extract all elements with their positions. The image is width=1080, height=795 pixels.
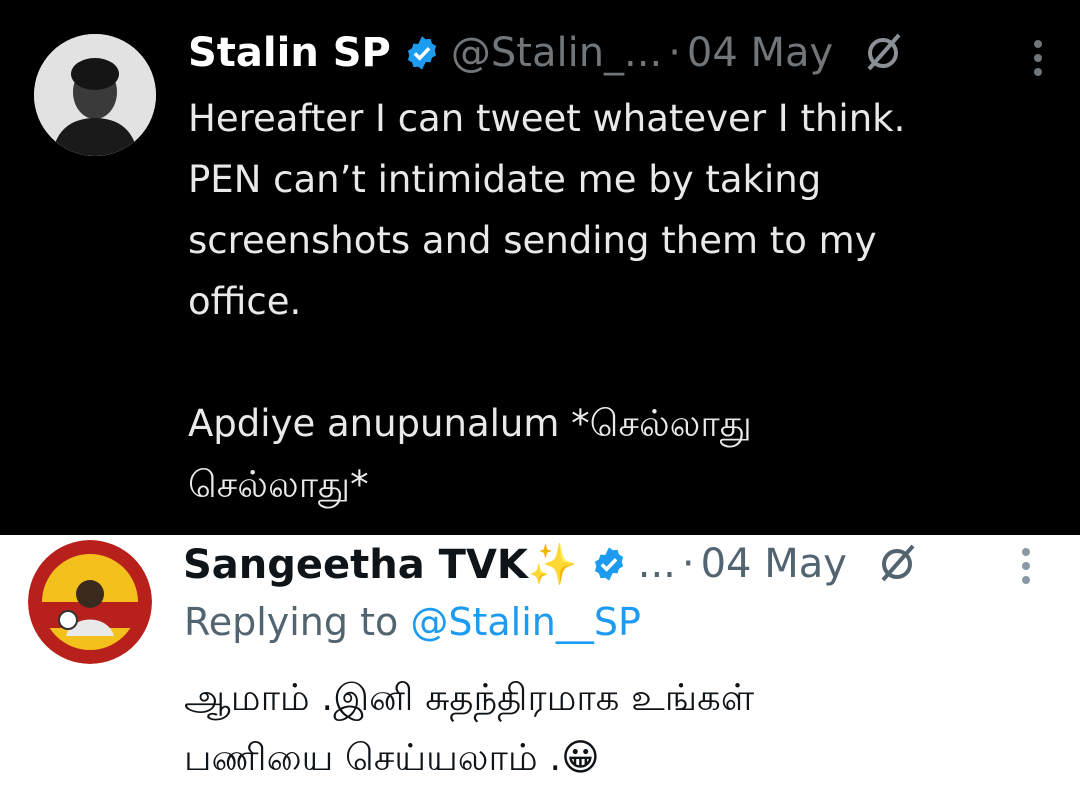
display-name[interactable]: Sangeetha TVK✨ [183, 541, 578, 588]
user-handle[interactable]: @Stalin_... [451, 30, 662, 76]
verified-badge-icon [590, 545, 628, 583]
separator-dot: · [681, 541, 695, 587]
tweet-header: Stalin SP @Stalin_... · 04 May [188, 28, 907, 78]
tweet-header: Sangeetha TVK✨ ... · 04 May [183, 540, 921, 588]
reply-prefix: Replying to [184, 600, 399, 644]
avatar[interactable] [28, 540, 152, 664]
tweet-stalin[interactable]: Stalin SP @Stalin_... · 04 May Hereafter… [0, 0, 1080, 535]
tweet-text: Hereafter I can tweet whatever I think. … [188, 97, 906, 506]
user-handle[interactable]: ... [638, 541, 676, 587]
verified-badge-icon [403, 34, 441, 72]
more-options-icon[interactable] [1034, 40, 1044, 82]
grok-icon[interactable] [859, 29, 907, 77]
tweet-text: ஆமாம் .இனி சுதந்திரமாக உங்கள் பணியை செய்… [184, 676, 755, 779]
display-name[interactable]: Stalin SP [188, 30, 391, 76]
avatar[interactable] [34, 34, 156, 156]
reply-handle-link[interactable]: @Stalin__SP [410, 600, 641, 644]
more-options-icon[interactable] [1022, 548, 1032, 590]
reply-context: Replying to @Stalin__SP [184, 600, 641, 644]
tweet-date[interactable]: 04 May [701, 541, 847, 587]
tweet-date[interactable]: 04 May [687, 30, 833, 76]
grok-icon[interactable] [873, 540, 921, 588]
separator-dot: · [668, 30, 681, 76]
